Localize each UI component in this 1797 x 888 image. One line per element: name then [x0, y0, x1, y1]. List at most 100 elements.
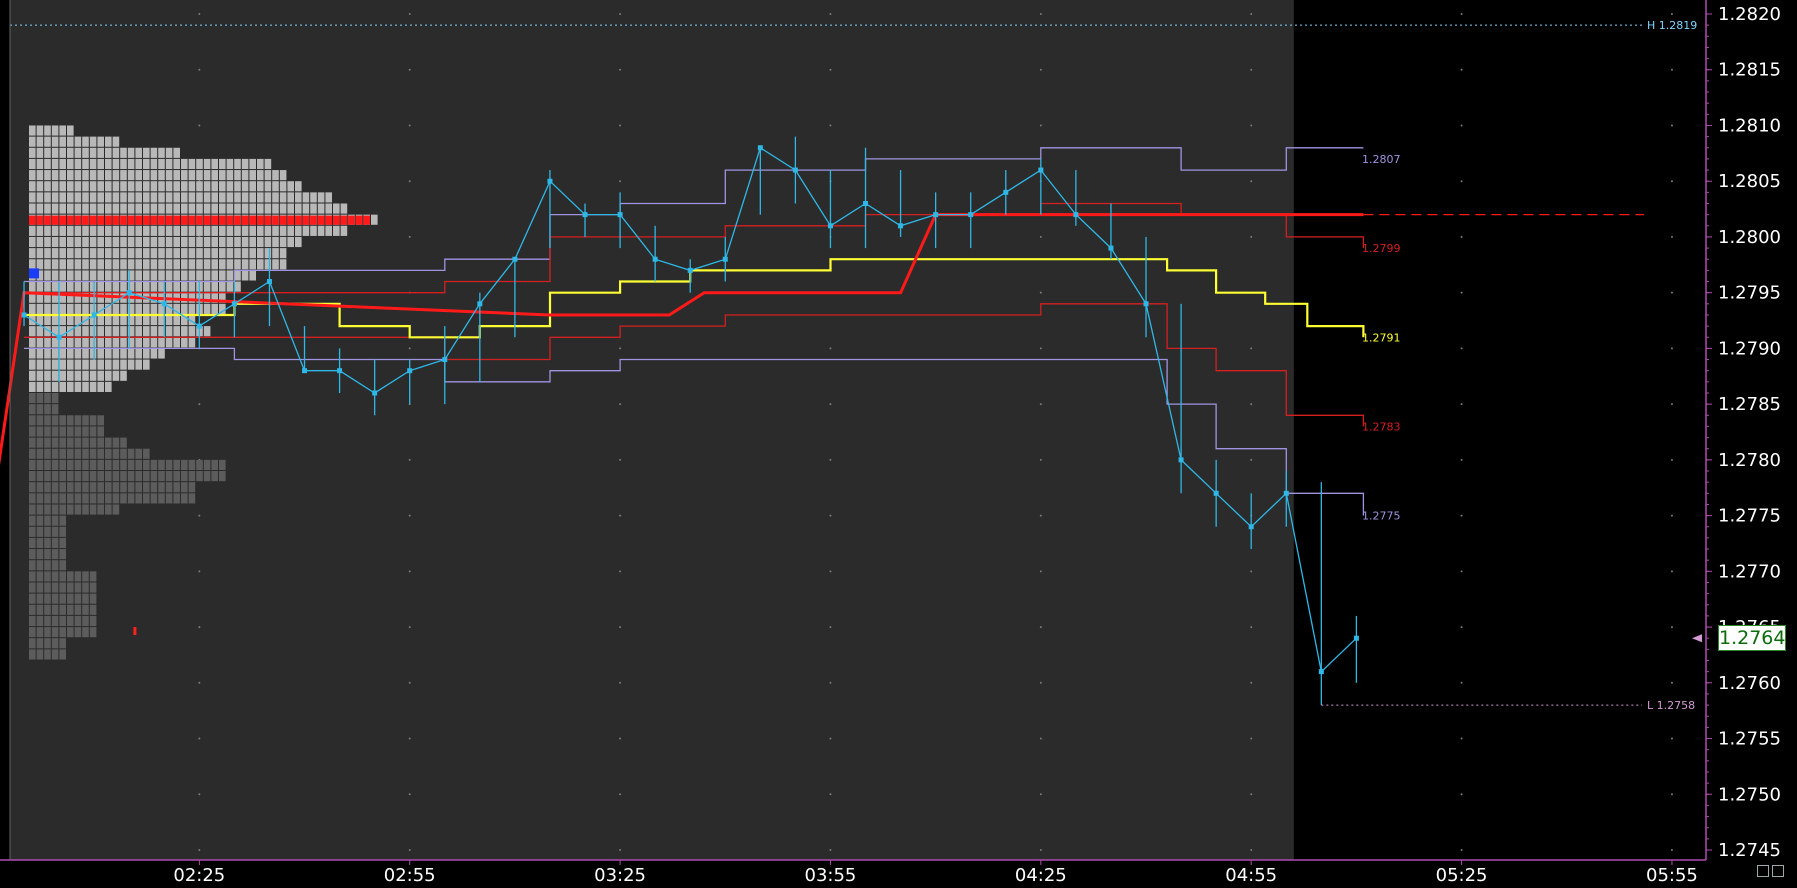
- profile-cell: [120, 471, 127, 482]
- profile-cell: [36, 337, 44, 348]
- profile-cell: [36, 615, 44, 627]
- profile-cell: [82, 482, 89, 493]
- profile-cell: [59, 471, 66, 482]
- profile-cell: [44, 370, 51, 381]
- profile-cell: [74, 604, 82, 615]
- profile-cell: [51, 448, 59, 459]
- profile-cell: [226, 203, 234, 214]
- y-tick-label: 1.2770: [1718, 561, 1781, 582]
- profile-cell: [150, 248, 158, 259]
- profile-cell: [203, 281, 211, 292]
- profile-cell: [29, 526, 36, 537]
- grid-dot: [1250, 347, 1253, 350]
- grid-dot: [1460, 849, 1463, 851]
- profile-cell: [181, 170, 188, 181]
- profile-cell: [127, 471, 135, 482]
- profile-cell: [97, 181, 104, 192]
- profile-cell: [112, 303, 120, 314]
- profile-cell: [219, 236, 226, 248]
- profile-cell: [173, 493, 180, 504]
- profile-cell: [82, 170, 89, 181]
- profile-cell: [219, 181, 226, 192]
- profile-cell: [143, 359, 150, 370]
- x-tick-label: 05:55: [1646, 865, 1698, 886]
- profile-cell: [59, 259, 66, 270]
- profile-cell: [112, 203, 120, 214]
- profile-cell: [219, 192, 226, 203]
- grid-dot: [1460, 124, 1463, 127]
- profile-cell: [181, 236, 188, 248]
- grid-dot: [198, 124, 201, 127]
- profile-cell: [135, 348, 142, 359]
- profile-cell: [165, 281, 173, 292]
- grid-dot: [408, 13, 411, 15]
- profile-cell: [120, 248, 127, 259]
- profile-cell: [135, 281, 142, 292]
- profile-cell: [219, 170, 226, 181]
- open-marker: [29, 268, 39, 279]
- profile-cell: [287, 203, 294, 214]
- price-chart[interactable]: H 1.2819 L 1.2758 1.2807 1.2799 1.2791 1.2783…: [0, 0, 1797, 888]
- y-tick-label: 1.2755: [1718, 729, 1781, 750]
- profile-cell: [143, 181, 150, 192]
- profile-cell: [74, 281, 82, 292]
- grid-dot: [198, 68, 201, 71]
- poc-cell: [325, 215, 332, 225]
- profile-cell: [158, 225, 165, 236]
- profile-cell: [264, 225, 272, 236]
- grid-dot: [829, 403, 832, 406]
- x-tick-label: 04:25: [1015, 865, 1067, 886]
- profile-cell: [143, 236, 150, 248]
- profile-cell: [241, 248, 249, 259]
- window-restore-icon[interactable]: [1757, 862, 1787, 877]
- profile-cell: [241, 181, 249, 192]
- profile-cell: [150, 348, 158, 359]
- profile-cell: [51, 270, 59, 281]
- grid-dot: [408, 514, 411, 517]
- grid-dot: [1250, 68, 1253, 71]
- profile-cell: [234, 192, 241, 203]
- profile-cell: [127, 359, 135, 370]
- profile-cell: [36, 236, 44, 248]
- profile-cell: [295, 181, 302, 192]
- poc-cell: [181, 215, 188, 225]
- profile-cell: [272, 248, 279, 259]
- profile-cell: [165, 326, 173, 337]
- profile-cell: [196, 192, 203, 203]
- profile-cell: [112, 158, 120, 170]
- profile-cell: [272, 192, 279, 203]
- profile-cell: [82, 236, 89, 248]
- profile-cell: [44, 236, 51, 248]
- poc-cell: [302, 215, 310, 225]
- profile-cell: [51, 281, 59, 292]
- grid-dot: [1670, 681, 1673, 684]
- profile-cell: [59, 370, 66, 381]
- profile-cell: [29, 459, 36, 471]
- band-value-label: 1.2799: [1362, 242, 1401, 255]
- profile-cell: [158, 248, 165, 259]
- profile-cell: [67, 348, 74, 359]
- profile-cell: [44, 437, 51, 448]
- profile-cell: [249, 236, 256, 248]
- profile-cell: [120, 437, 127, 448]
- profile-cell: [105, 359, 112, 370]
- profile-cell: [67, 203, 74, 214]
- grid-dot: [619, 458, 622, 461]
- profile-cell: [36, 437, 44, 448]
- profile-cell: [257, 181, 264, 192]
- profile-cell: [89, 426, 97, 437]
- poc-cell: [89, 215, 97, 225]
- profile-cell: [29, 147, 36, 158]
- grid-dot: [1670, 737, 1673, 740]
- band-value-label: 1.2791: [1362, 331, 1401, 344]
- profile-cell: [196, 181, 203, 192]
- profile-cell: [279, 248, 287, 259]
- profile-cell: [36, 404, 44, 415]
- grid-dot: [829, 793, 832, 796]
- poc-cell: [249, 215, 256, 225]
- grid-dot: [1250, 570, 1253, 573]
- profile-cell: [120, 314, 127, 326]
- profile-cell: [181, 303, 188, 314]
- profile-cell: [44, 348, 51, 359]
- profile-cell: [181, 459, 188, 471]
